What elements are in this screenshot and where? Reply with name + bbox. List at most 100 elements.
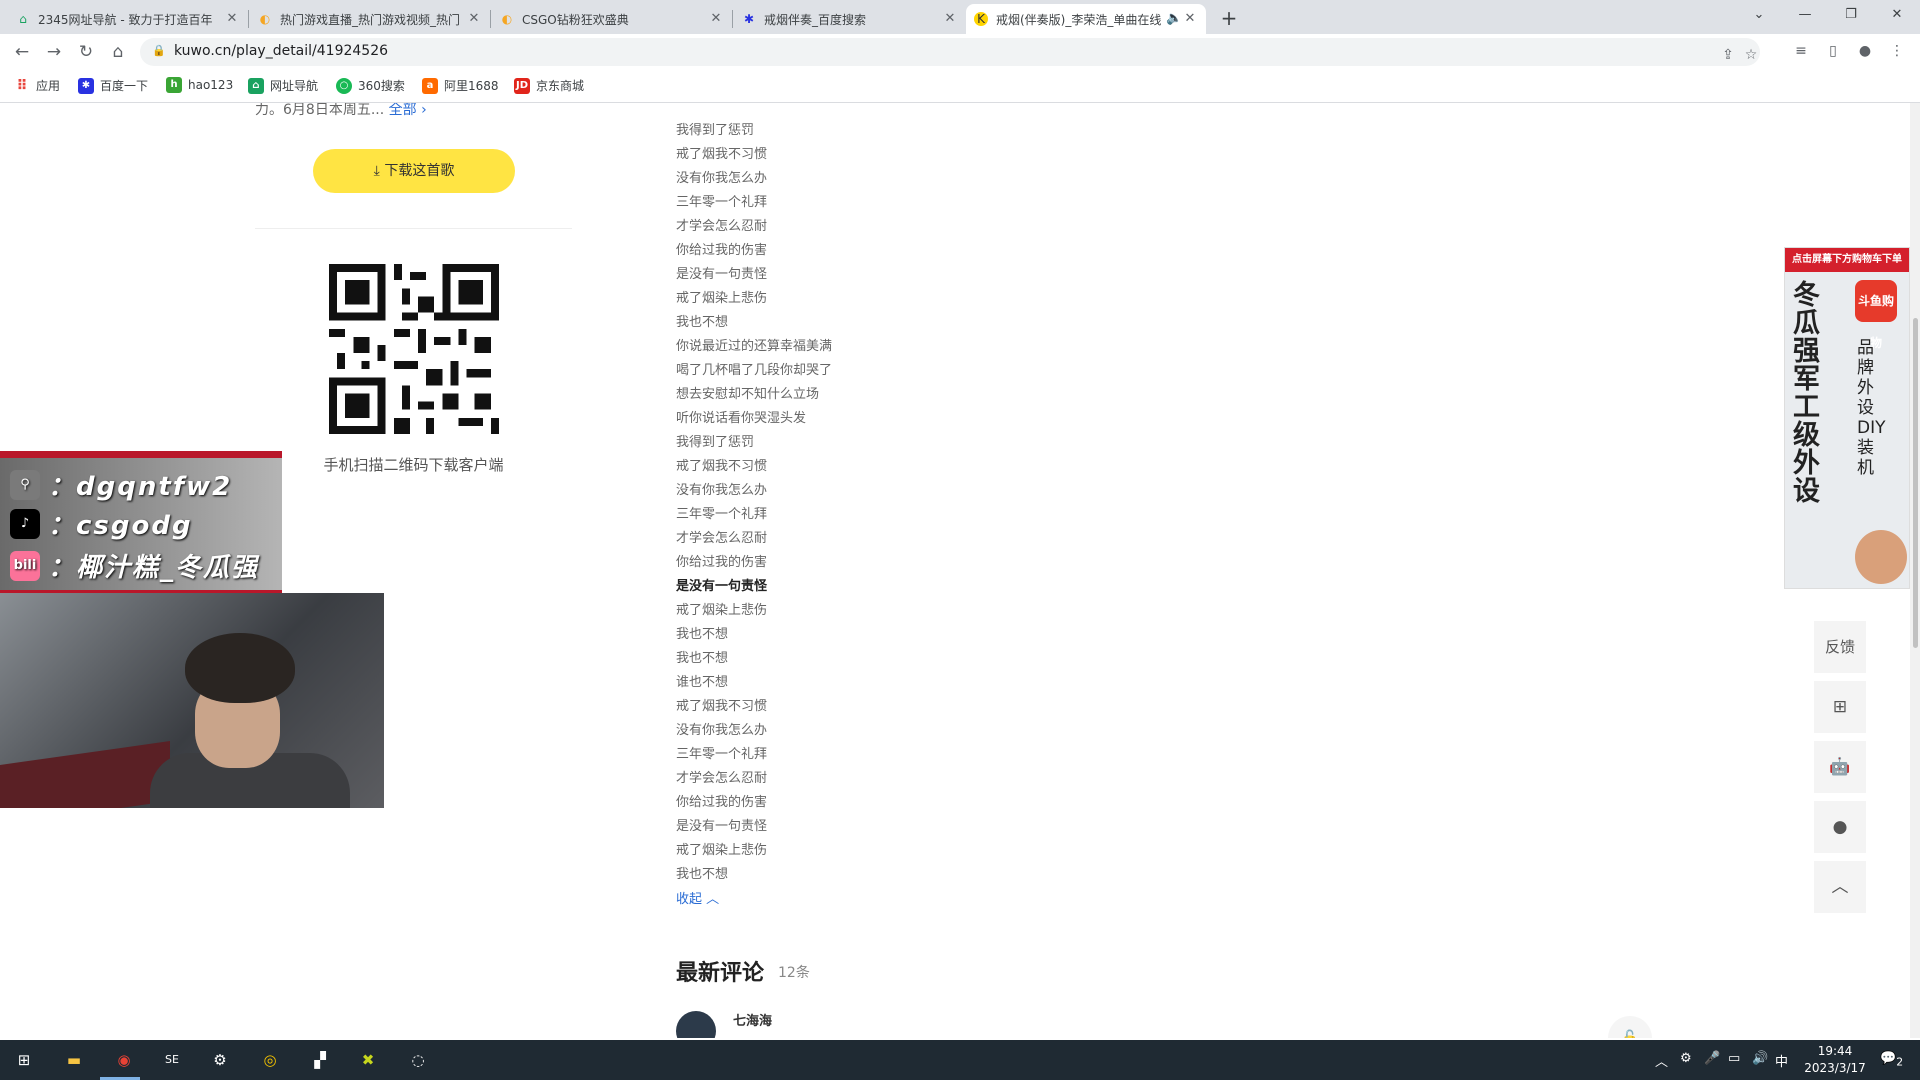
window-close-button[interactable]: ✕ [1874,0,1920,30]
bookmark-label: 阿里1688 [444,79,499,93]
home-button[interactable]: ⌂ [106,40,130,64]
tab-2345[interactable]: ⌂ 2345网址导航 - 致力于打造百年 ✕ [8,4,248,34]
lyric-line: 你给过我的伤害 [676,795,768,810]
chevron-up-icon: ︿ [706,892,720,907]
restore-button[interactable]: ❐ [1828,0,1874,30]
lyric-line: 是没有一句责怪 [676,819,768,834]
hao123-icon: h [166,77,182,93]
media-control-icon[interactable]: ≡ [1790,40,1812,62]
microphone-icon[interactable]: 🎤 [1704,1051,1720,1066]
address-bar[interactable]: 🔒 kuwo.cn/play_detail/41924526 ⇪ ☆ [140,38,1760,66]
bookmark-1688[interactable]: a 阿里1688 [422,77,499,94]
bookmark-2345[interactable]: ⌂ 网址导航 [248,77,318,94]
bookmark-label: 京东商城 [536,79,585,93]
android-icon: 🤖 [1829,757,1851,777]
owl-app-icon[interactable]: ◎ [256,1046,284,1074]
2345-icon: ⌂ [248,77,264,94]
lyric-line: 戒了烟染上悲伤 [676,603,768,618]
lyric-line: 才学会怎么忍耐 [676,531,768,546]
ad-logo: 斗鱼购物 [1855,280,1897,350]
close-icon[interactable]: ✕ [466,11,482,27]
close-icon[interactable]: ✕ [1182,11,1198,27]
windows-start-icon[interactable]: ⊞ [10,1046,38,1074]
lyric-line: 你说最近过的还算幸福美满 [676,339,833,354]
tab-douyu-live[interactable]: ◐ 热门游戏直播_热门游戏视频_热门 ✕ [250,4,490,34]
volume-icon[interactable]: 🔊 [1752,1051,1768,1066]
search-icon: ⚲ [10,469,40,500]
tab-csgo-fans[interactable]: ◐ CSGO钻粉狂欢盛典 ✕ [492,4,732,34]
tab-label: 戒烟伴奏_百度搜索 [764,12,867,27]
lock-float-icon[interactable]: 🔓 [1608,1016,1652,1038]
lyric-line: 没有你我怎么办 [676,723,768,738]
close-icon[interactable]: ✕ [708,11,724,27]
minimize-button[interactable]: — [1782,0,1828,30]
se-app-icon[interactable]: SE [158,1046,186,1074]
ime-indicator[interactable]: 中 [1775,1051,1788,1070]
csgo-icon[interactable]: ◌ [404,1046,432,1074]
tab-divider [248,10,249,28]
tab-baidu-search[interactable]: ✱ 戒烟伴奏_百度搜索 ✕ [734,4,966,34]
comment-username[interactable]: 七海海 [733,1010,772,1029]
speaker-icon[interactable]: 🔈 [1166,11,1182,27]
side-advertisement[interactable]: 点击屏幕下方购物车下单 冬瓜强军工级外设 斗鱼购物 品牌外设DIY装机 [1784,247,1910,589]
bookmark-label: 百度一下 [100,79,149,93]
back-button[interactable]: ← [10,40,34,64]
lyric-line: 三年零一个礼拜 [676,747,768,762]
forward-button[interactable]: → [42,40,66,64]
network-icon[interactable]: ▭ [1728,1051,1740,1066]
bookmark-hao123[interactable]: h hao123 [166,77,233,93]
avatar[interactable] [676,1011,716,1038]
system-clock[interactable]: 19:44 2023/3/17 [1803,1043,1867,1077]
download-song-button[interactable]: ⤓ 下载这首歌 [313,149,515,193]
bookmark-star-icon[interactable]: ☆ [1740,44,1762,66]
steam-icon[interactable]: ⚙ [206,1046,234,1074]
tab-search-chevron-icon[interactable]: ⌄ [1736,0,1782,30]
chrome-icon[interactable]: ◉ [110,1046,138,1074]
browser-toolbar: ← → ↻ ⌂ 🔒 kuwo.cn/play_detail/41924526 ⇪… [0,34,1920,70]
close-icon[interactable]: ✕ [942,11,958,27]
qr-code [329,264,499,434]
overlay-row-bilibili: bili ：椰汁糕_冬瓜强 [10,547,259,584]
lyric-line: 戒了烟染上悲伤 [676,843,768,858]
close-icon[interactable]: ✕ [224,11,240,27]
qr-caption: 手机扫描二维码下载客户端 [323,456,504,474]
kuwo-page: 力。6月8日本周五... 全部 › ⤓ 下载这首歌 手机扫描二维码下载客户端 我… [0,103,1920,1038]
steam-tray-icon[interactable]: ⚙ [1680,1051,1692,1066]
description-more-link[interactable]: 全部 › [389,103,427,118]
clock-date: 2023/3/17 [1804,1061,1866,1075]
lyric-line: 戒了烟我不习惯 [676,459,768,474]
tiktok-icon: ♪ [10,508,40,539]
overlay-handle: ：dgqntfw2 [48,472,233,502]
android-download-button[interactable]: 🤖 [1814,741,1866,793]
lyric-line: 听你说话看你哭湿头发 [676,411,807,426]
side-panel-icon[interactable]: ▯ [1822,40,1844,62]
reload-button[interactable]: ↻ [74,40,98,64]
streamer-hair [185,633,295,703]
bookmark-360[interactable]: ○ 360搜索 [336,77,405,94]
notification-icon[interactable]: 💬2 [1880,1051,1903,1069]
share-icon[interactable]: ⇪ [1717,44,1739,66]
profile-avatar-icon[interactable]: ● [1854,40,1876,62]
file-explorer-icon[interactable]: ▬ [60,1046,88,1074]
bilibili-icon: bili [10,550,40,581]
ios-download-button[interactable]: ● [1814,801,1866,853]
windows-download-button[interactable]: ⊞ [1814,681,1866,733]
xbox-icon[interactable]: ✖ [354,1046,382,1074]
tray-expand-icon[interactable]: ︿ [1655,1051,1668,1070]
feedback-button[interactable]: 反馈 [1814,621,1866,673]
new-tab-button[interactable]: + [1215,4,1243,32]
tab-label: 2345网址导航 - 致力于打造百年 [38,12,213,27]
obs-icon[interactable]: ▞ [306,1046,334,1074]
menu-kebab-icon[interactable]: ⋮ [1886,40,1908,62]
scrollbar-thumb[interactable] [1913,318,1918,648]
back-to-top-button[interactable]: ︿ [1814,861,1866,913]
bookmark-baidu[interactable]: ✱ 百度一下 [78,77,148,94]
tab-divider [732,10,733,28]
collapse-label: 收起 [676,892,703,907]
desk [0,741,170,808]
lyric-line: 你给过我的伤害 [676,555,768,570]
collapse-lyrics-link[interactable]: 收起 ︿ [676,888,719,907]
bookmark-jd[interactable]: JD 京东商城 [514,77,584,94]
bookmark-apps[interactable]: ⠿ 应用 [14,77,60,94]
tab-kuwo-song[interactable]: K 戒烟(伴奏版)_李荣浩_单曲在线 🔈 ✕ [966,4,1206,34]
